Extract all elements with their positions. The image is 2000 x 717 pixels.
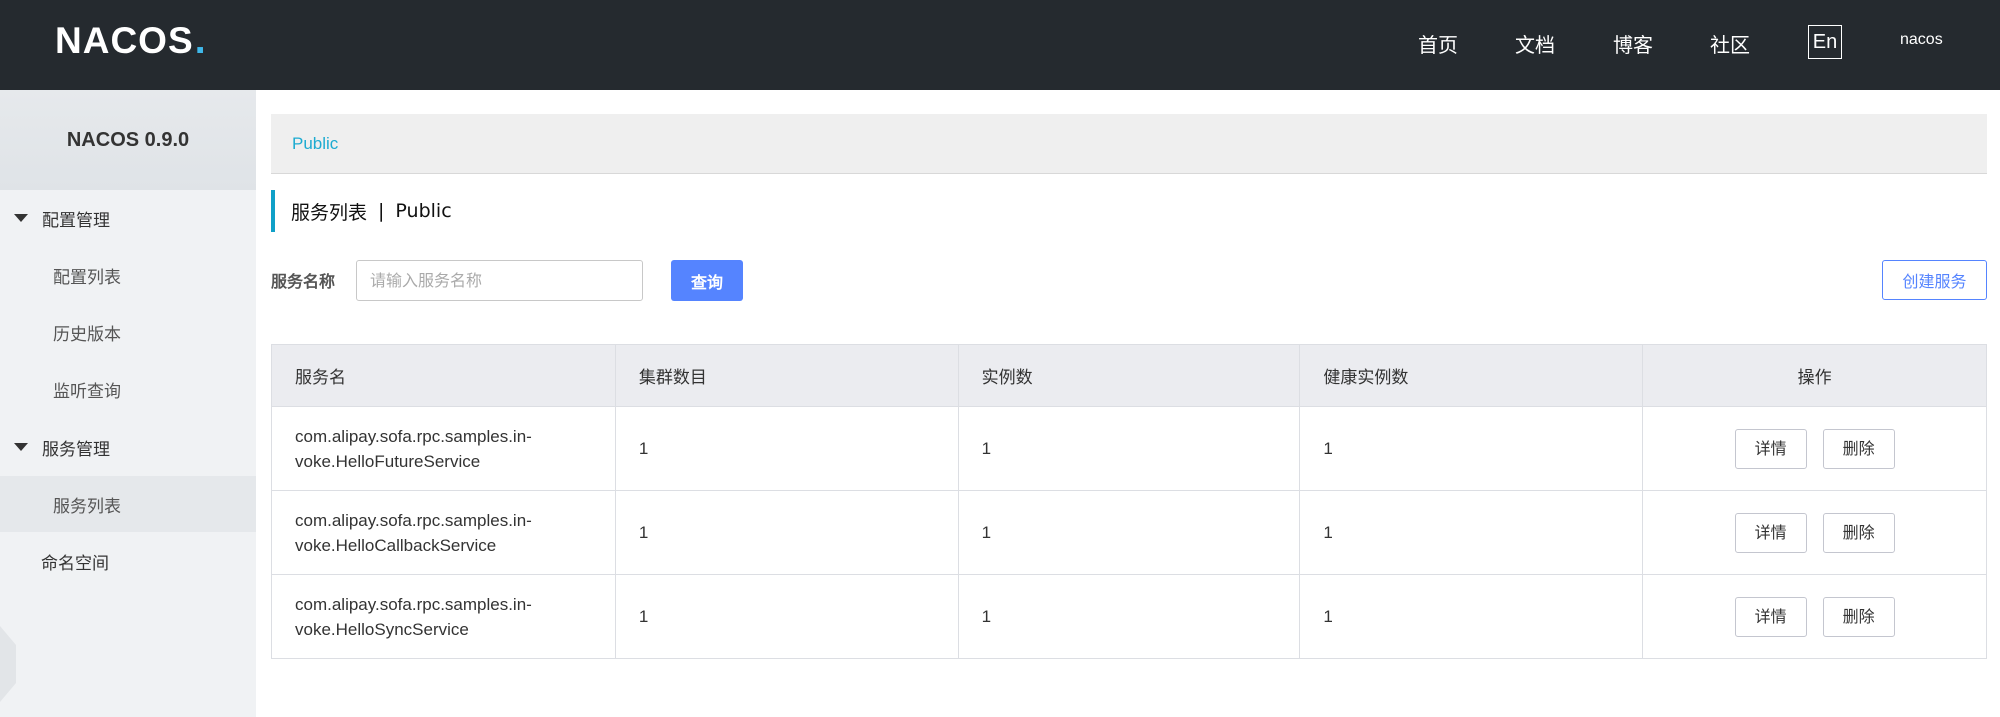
delete-button[interactable]: 删除 <box>1822 512 1895 553</box>
logo-dot: . <box>194 18 207 62</box>
sidebar-title: NACOS 0.9.0 <box>0 90 256 190</box>
sidebar: NACOS 0.9.0 配置管理 配置列表 历史版本 监听查询 服务管理 服务列… <box>0 90 256 717</box>
service-name-line: voke.HelloCallbackService <box>295 535 497 555</box>
caret-down-icon <box>14 214 28 222</box>
sidebar-item-listener-query[interactable]: 监听查询 <box>0 361 256 417</box>
sidebar-item-service-list[interactable]: 服务列表 <box>0 476 256 532</box>
cell-actions: 详情 删除 <box>1642 406 1987 491</box>
service-name-input[interactable] <box>356 260 643 301</box>
title-separator: | <box>378 200 385 222</box>
top-navbar: NACOS. 首页 文档 博客 社区 En nacos <box>0 0 2000 90</box>
namespace-link-public[interactable]: Public <box>292 134 338 154</box>
sidebar-group-service[interactable]: 服务管理 <box>0 419 256 475</box>
cell-service-name: com.alipay.sofa.rpc.samples.in-voke.Hell… <box>271 574 616 659</box>
page-title-text: 服务列表 <box>291 201 368 224</box>
service-table: 服务名 集群数目 实例数 健康实例数 操作 com.alipay.sofa.rp… <box>271 344 1987 659</box>
cell-cluster-count: 1 <box>614 406 959 491</box>
header-actions: 操作 <box>1642 344 1987 407</box>
detail-button[interactable]: 详情 <box>1734 596 1807 637</box>
cell-service-name: com.alipay.sofa.rpc.samples.in-voke.Hell… <box>271 490 616 575</box>
service-name-label: 服务名称 <box>271 272 336 291</box>
create-service-button[interactable]: 创建服务 <box>1882 260 1987 300</box>
nav-docs[interactable]: 文档 <box>1515 29 1555 58</box>
cell-healthy-count: 1 <box>1299 574 1644 659</box>
sidebar-item-namespace[interactable]: 命名空间 <box>0 533 256 589</box>
service-name-line: com.alipay.sofa.rpc.samples.in- <box>295 594 532 614</box>
nav-home[interactable]: 首页 <box>1418 29 1458 58</box>
cell-service-name: com.alipay.sofa.rpc.samples.in-voke.Hell… <box>271 406 616 491</box>
table-row: com.alipay.sofa.rpc.samples.in-voke.Hell… <box>271 490 1987 575</box>
nacos-logo[interactable]: NACOS. <box>55 18 207 63</box>
header-healthy-instance-count: 健康实例数 <box>1299 344 1644 407</box>
cell-actions: 详情 删除 <box>1642 574 1987 659</box>
page-title-namespace: Public <box>395 200 452 222</box>
page-title: 服务列表 | Public <box>271 190 452 232</box>
cell-instance-count: 1 <box>957 490 1301 575</box>
cell-instance-count: 1 <box>957 574 1301 659</box>
header-service-name: 服务名 <box>271 344 616 407</box>
table-row: com.alipay.sofa.rpc.samples.in-voke.Hell… <box>271 574 1987 659</box>
sidebar-item-config-list[interactable]: 配置列表 <box>0 247 256 303</box>
cell-cluster-count: 1 <box>614 490 959 575</box>
user-name[interactable]: nacos <box>1900 31 1943 49</box>
sidebar-group-label: 服务管理 <box>42 439 110 460</box>
nav-blog[interactable]: 博客 <box>1613 29 1653 58</box>
service-name-line: voke.HelloFutureService <box>295 451 481 471</box>
service-name-line: com.alipay.sofa.rpc.samples.in- <box>295 510 532 530</box>
cell-cluster-count: 1 <box>614 574 959 659</box>
detail-button[interactable]: 详情 <box>1734 512 1807 553</box>
sidebar-item-history[interactable]: 历史版本 <box>0 304 256 360</box>
table-header-row: 服务名 集群数目 实例数 健康实例数 操作 <box>271 344 1987 407</box>
sidebar-group-label: 配置管理 <box>42 210 110 231</box>
service-name-line: voke.HelloSyncService <box>295 619 469 639</box>
query-button[interactable]: 查询 <box>671 260 743 301</box>
nav-community[interactable]: 社区 <box>1710 29 1750 58</box>
table-row: com.alipay.sofa.rpc.samples.in-voke.Hell… <box>271 406 1987 491</box>
logo-text: NACOS <box>55 19 194 61</box>
cell-healthy-count: 1 <box>1299 406 1644 491</box>
language-toggle-button[interactable]: En <box>1808 25 1842 59</box>
delete-button[interactable]: 删除 <box>1822 428 1895 469</box>
header-cluster-count: 集群数目 <box>614 344 959 407</box>
service-name-line: com.alipay.sofa.rpc.samples.in- <box>295 426 532 446</box>
detail-button[interactable]: 详情 <box>1734 428 1807 469</box>
delete-button[interactable]: 删除 <box>1822 596 1895 637</box>
cell-healthy-count: 1 <box>1299 490 1644 575</box>
namespace-bar: Public <box>271 114 1987 174</box>
cell-instance-count: 1 <box>957 406 1301 491</box>
cell-actions: 详情 删除 <box>1642 490 1987 575</box>
caret-down-icon <box>14 443 28 451</box>
header-instance-count: 实例数 <box>957 344 1301 407</box>
sidebar-collapse-handle[interactable] <box>0 626 16 702</box>
sidebar-group-config[interactable]: 配置管理 <box>0 190 256 246</box>
